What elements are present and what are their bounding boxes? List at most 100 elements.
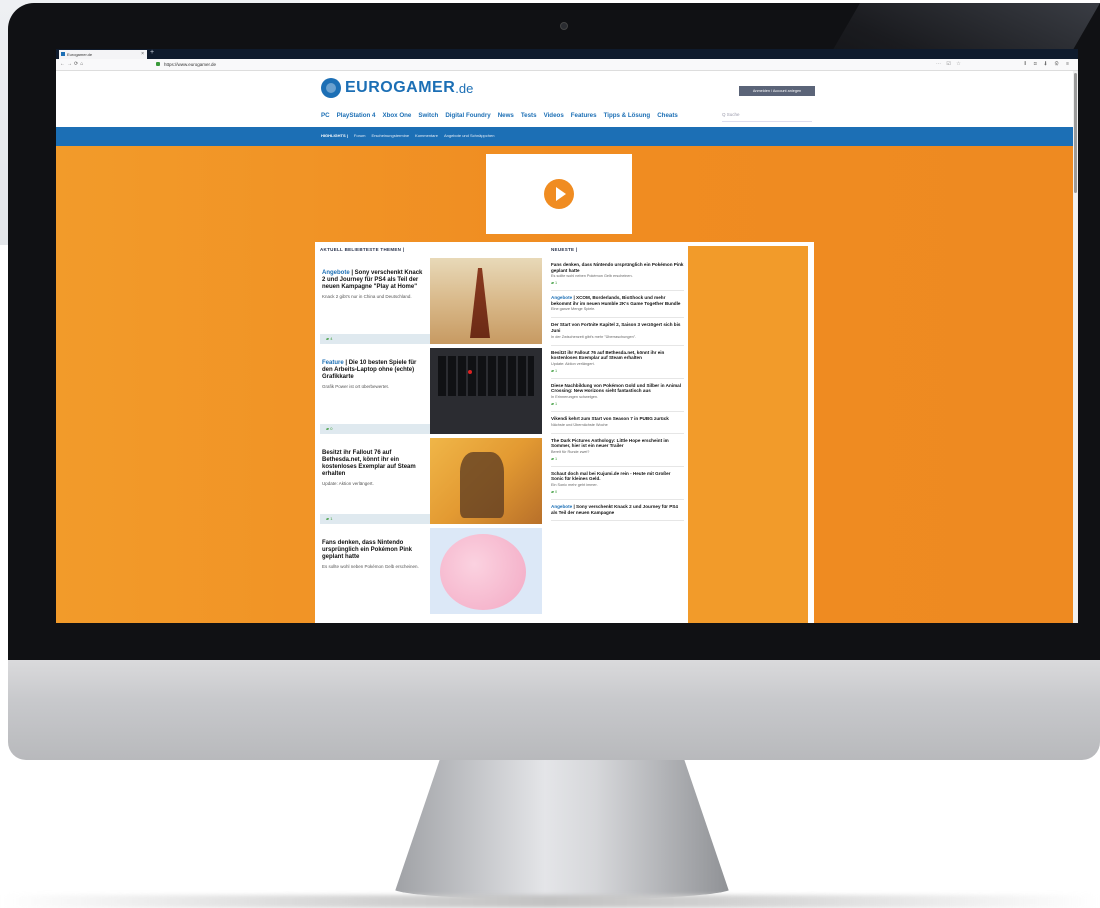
news-headline[interactable]: Schaut doch mal bei Kujumi.de rein - Heu…: [551, 471, 684, 482]
nav-item[interactable]: PC: [321, 112, 330, 119]
scrollbar-thumb[interactable]: [1074, 73, 1077, 193]
nav-item[interactable]: Digital Foundry: [445, 112, 490, 119]
nav-item[interactable]: Switch: [418, 112, 438, 119]
news-subtitle: Eine ganze Menge Spiele.: [551, 307, 596, 312]
account-button[interactable]: Anmelden / Account anlegen: [739, 86, 815, 96]
news-subtitle: Update: Aktion verlängert.: [551, 361, 595, 366]
article-thumbnail[interactable]: [430, 528, 542, 614]
article-thumbnail[interactable]: [430, 438, 542, 524]
news-subtitle: Bereit für Runde zwei?: [551, 449, 590, 454]
tab-title: Eurogamer.de: [67, 52, 93, 57]
site-header: EUROGAMER .de Anmelden / Account anlegen…: [56, 71, 1078, 127]
article-card[interactable]: Angebote | Sony verschenkt Knack 2 und J…: [320, 258, 542, 348]
subnav-item[interactable]: HIGHLIGHTS |: [321, 133, 348, 138]
site-logo[interactable]: EUROGAMER .de: [321, 78, 473, 98]
article-thumbnail[interactable]: [430, 258, 542, 344]
video-player[interactable]: [486, 154, 632, 234]
news-item[interactable]: Schaut doch mal bei Kujumi.de rein - Heu…: [551, 467, 684, 500]
address-bar[interactable]: https://www.eurogamer.de: [156, 60, 936, 68]
article-card[interactable]: Besitzt ihr Fallout 76 auf Bethesda.net,…: [320, 438, 542, 528]
article-headline[interactable]: Besitzt ihr Fallout 76 auf Bethesda.net,…: [322, 450, 427, 478]
news-title: Besitzt ihr Fallout 76 auf Bethesda.net,…: [551, 349, 665, 361]
comment-count[interactable]: ▰ 0: [320, 424, 430, 434]
headline-text: Besitzt ihr Fallout 76 auf Bethesda.net,…: [322, 450, 416, 477]
new-tab-button[interactable]: +: [150, 49, 154, 56]
globe-icon: [321, 78, 341, 98]
news-item[interactable]: Der Start von Fortnite Kapitel 2, Saison…: [551, 318, 684, 346]
news-headline[interactable]: Besitzt ihr Fallout 76 auf Bethesda.net,…: [551, 350, 684, 361]
news-headline[interactable]: Vikendi kehrt zum Start von Season 7 in …: [551, 416, 684, 422]
nav-item[interactable]: Features: [571, 112, 597, 119]
nav-item[interactable]: PlayStation 4: [337, 112, 376, 119]
ad-space: [688, 246, 808, 623]
comment-count[interactable]: ▰ 1: [551, 280, 684, 285]
article-card[interactable]: Fans denken, dass Nintendo ursprünglich …: [320, 528, 542, 618]
brand-tld: .de: [455, 80, 474, 96]
sub-nav: HIGHLIGHTS | Forum Erscheinungstermine Komm…: [56, 127, 1078, 146]
play-icon[interactable]: [544, 179, 574, 209]
article-card[interactable]: Feature | Die 10 besten Spiele für den A…: [320, 348, 542, 438]
floor-shadow: [0, 895, 1100, 908]
article-tag: Feature: [322, 360, 344, 366]
article-headline[interactable]: Fans denken, dass Nintendo ursprünglich …: [322, 540, 427, 561]
search-input[interactable]: Q Suche: [722, 112, 812, 122]
latest-title: NEUESTE |: [551, 247, 578, 252]
news-headline[interactable]: Fans denken, dass Nintendo ursprünglich …: [551, 262, 684, 273]
url-text: https://www.eurogamer.de: [164, 61, 217, 67]
news-item[interactable]: Vikendi kehrt zum Start von Season 7 in …: [551, 412, 684, 434]
news-item[interactable]: Angebote | XCOM, Borderlands, BioShock u…: [551, 291, 684, 319]
news-headline[interactable]: Der Start von Fortnite Kapitel 2, Saison…: [551, 322, 684, 333]
news-tag: Angebote: [551, 503, 573, 509]
subnav-item[interactable]: Angebote und Schnäppchen: [444, 133, 495, 138]
nav-item[interactable]: Xbox One: [382, 112, 411, 119]
comment-count[interactable]: ▰ 1: [551, 456, 684, 461]
page-actions-icon[interactable]: ⋯ ☑ ☆: [936, 61, 963, 67]
nav-buttons[interactable]: ←→⟳⌂: [60, 61, 85, 67]
nav-item[interactable]: Tests: [521, 112, 537, 119]
news-item[interactable]: Angebote | Sony verschenkt Knack 2 und J…: [551, 500, 684, 522]
monitor-bezel: Eurogamer.de × + ←→⟳⌂ https://www.euroga…: [8, 3, 1100, 660]
news-subtitle: Es sollte wohl neben Pokémon Gelb ersche…: [551, 274, 633, 279]
article-headline[interactable]: Feature | Die 10 besten Spiele für den A…: [322, 360, 427, 381]
subnav-item[interactable]: Erscheinungstermine: [371, 133, 409, 138]
nav-item[interactable]: News: [498, 112, 514, 119]
browser-tab[interactable]: Eurogamer.de ×: [59, 50, 147, 59]
article-description: Es sollte wohl neben Pokémon Gelb ersche…: [322, 564, 419, 569]
news-title: Schaut doch mal bei Kujumi.de rein - Heu…: [551, 470, 671, 482]
news-item[interactable]: Fans denken, dass Nintendo ursprünglich …: [551, 258, 684, 292]
news-item[interactable]: The Dark Pictures Anthology: Little Hope…: [551, 434, 684, 467]
news-title: Vikendi kehrt zum Start von Season 7 in …: [551, 415, 669, 421]
latest-column: NEUESTE | Fans denken, dass Nintendo urs…: [551, 247, 684, 522]
news-headline[interactable]: Angebote | XCOM, Borderlands, BioShock u…: [551, 295, 684, 306]
comment-count[interactable]: ▰ 1: [551, 368, 684, 373]
article-headline[interactable]: Angebote | Sony verschenkt Knack 2 und J…: [322, 270, 427, 291]
brand-name: EUROGAMER: [345, 79, 456, 96]
nav-item[interactable]: Tipps & Lösung: [604, 112, 651, 119]
subnav-item[interactable]: Kommentare: [415, 133, 438, 138]
news-item[interactable]: Diese Nachbildung von Pokémon Gold und S…: [551, 379, 684, 412]
comment-count[interactable]: ▰ 1: [551, 401, 684, 406]
website: EUROGAMER .de Anmelden / Account anlegen…: [56, 71, 1078, 623]
article-tag: Angebote: [322, 270, 350, 276]
news-headline[interactable]: Diese Nachbildung von Pokémon Gold und S…: [551, 383, 684, 394]
browser-tab-bar: Eurogamer.de × +: [56, 49, 1078, 59]
camera-icon: [560, 22, 568, 30]
lock-icon: [156, 62, 160, 66]
comment-count[interactable]: ▰ 4: [320, 334, 430, 344]
news-item[interactable]: Besitzt ihr Fallout 76 auf Bethesda.net,…: [551, 346, 684, 379]
news-headline[interactable]: The Dark Pictures Anthology: Little Hope…: [551, 438, 684, 449]
favicon-icon: [61, 52, 65, 56]
news-title: The Dark Pictures Anthology: Little Hope…: [551, 437, 669, 449]
news-subtitle: In Erinnerungen schwelgen.: [551, 394, 599, 399]
comment-count[interactable]: ▰ 1: [320, 514, 430, 524]
comment-count[interactable]: ▰ 0: [551, 489, 684, 494]
close-icon[interactable]: ×: [141, 51, 144, 57]
orange-background: AKTUELL BELIEBTESTE THEMEN | Angebote | …: [56, 146, 1078, 623]
nav-item[interactable]: Videos: [544, 112, 564, 119]
nav-item[interactable]: Cheats: [657, 112, 678, 119]
article-thumbnail[interactable]: [430, 348, 542, 434]
toolbar-icons[interactable]: ⫴ ⊡ ⬇ ⚙ ≡: [1024, 61, 1072, 67]
news-headline[interactable]: Angebote | Sony verschenkt Knack 2 und J…: [551, 504, 684, 515]
scrollbar[interactable]: [1073, 71, 1078, 623]
subnav-item[interactable]: Forum: [354, 133, 366, 138]
